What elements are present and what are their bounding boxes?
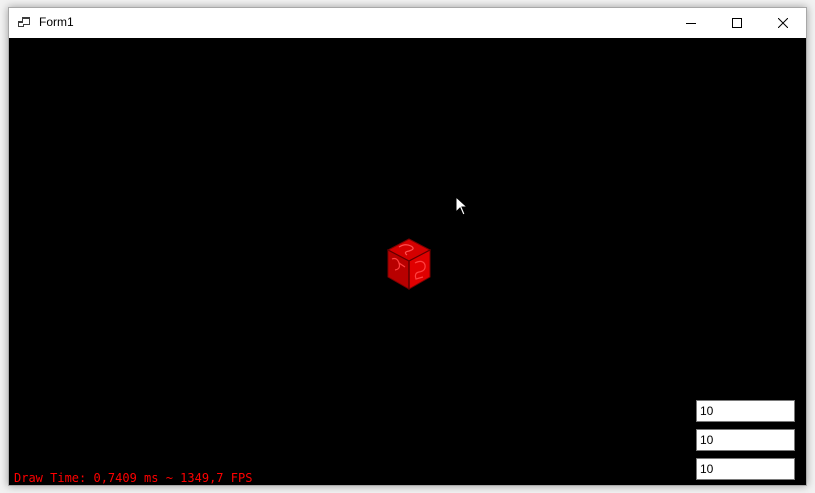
window-title: Form1 (39, 15, 74, 29)
minimize-button[interactable] (668, 8, 714, 38)
minimize-icon (686, 23, 696, 24)
value-input-1[interactable] (696, 400, 795, 422)
title-bar[interactable]: Form1 (9, 8, 806, 38)
desktop: Form1 10 10 10 Draw Time: 0,7409 ms ~ 13… (0, 0, 815, 493)
value-input-2[interactable] (696, 429, 795, 451)
red-cube (386, 238, 432, 290)
render-viewport[interactable]: Draw Time: 0,7409 ms ~ 1349,7 FPS (9, 38, 806, 485)
mouse-pointer-icon (455, 196, 469, 216)
winforms-app-icon (18, 17, 30, 27)
close-icon (778, 18, 788, 28)
form-window: Form1 10 10 10 Draw Time: 0,7409 ms ~ 13… (8, 7, 807, 486)
close-button[interactable] (760, 8, 806, 38)
maximize-button[interactable] (714, 8, 760, 38)
maximize-icon (732, 18, 742, 28)
draw-time-status: Draw Time: 0,7409 ms ~ 1349,7 FPS (14, 471, 253, 485)
value-input-3[interactable] (696, 458, 795, 480)
